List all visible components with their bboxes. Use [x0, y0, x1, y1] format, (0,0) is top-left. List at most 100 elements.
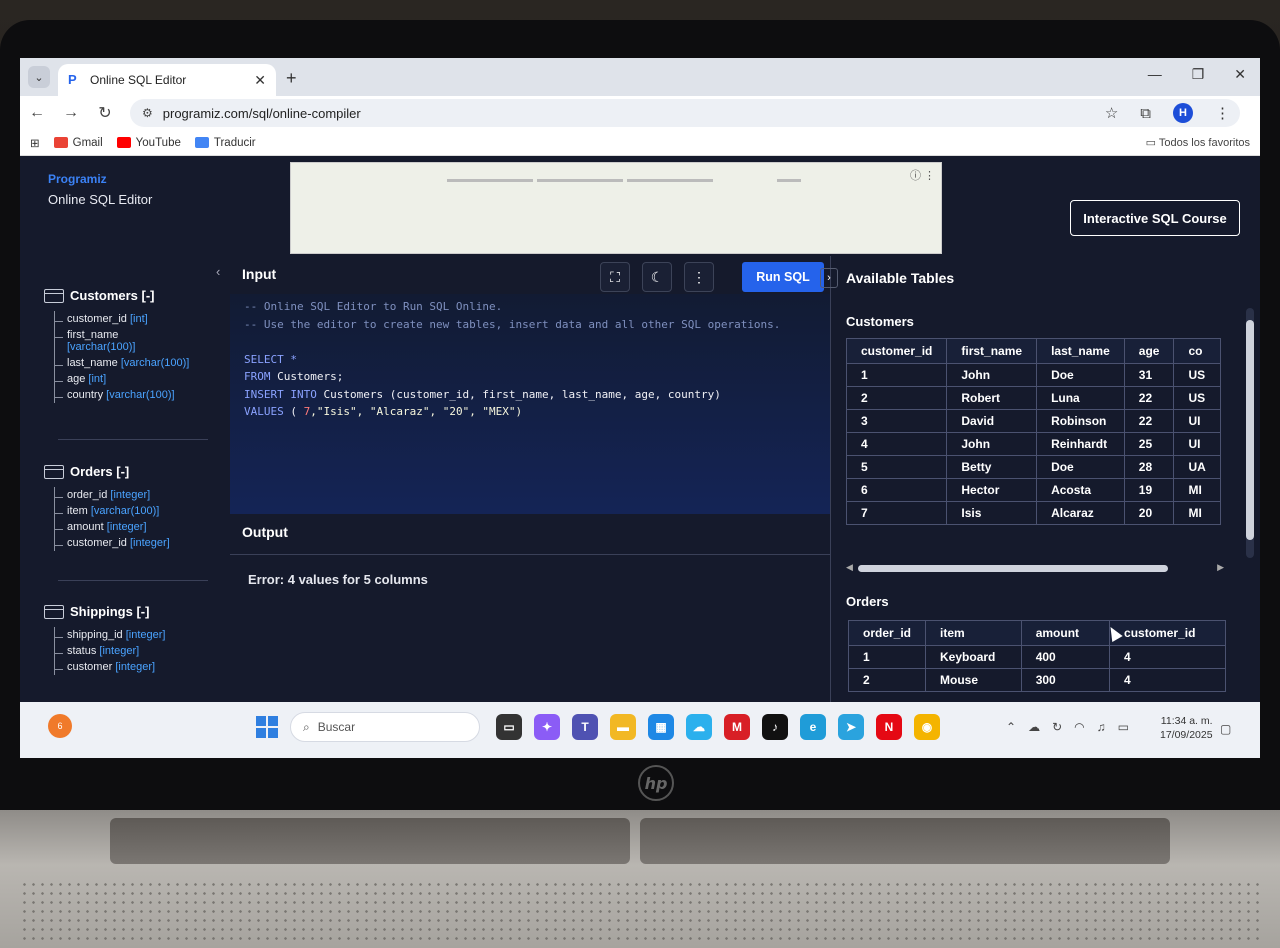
column-item: customer [integer]: [55, 659, 165, 675]
available-tables-panel: Customers customer_id first_name last_na…: [832, 302, 1260, 702]
ad-placeholder-bar: [447, 179, 533, 182]
theme-toggle-icon[interactable]: ☾: [642, 262, 672, 292]
horizontal-scrollbar[interactable]: ◀ ▶: [846, 562, 1224, 574]
teams-icon[interactable]: T: [572, 714, 598, 740]
programiz-favicon-icon: P: [68, 72, 77, 87]
run-sql-button[interactable]: Run SQL: [742, 262, 824, 292]
collapse-sidebar-icon[interactable]: ‹: [216, 264, 220, 279]
scrollbar-thumb[interactable]: [858, 565, 1168, 572]
sql-editor[interactable]: -- Online SQL Editor to Run SQL Online. …: [230, 294, 830, 514]
show-hidden-icons-icon[interactable]: ⌃: [1006, 720, 1016, 734]
edge-icon[interactable]: e: [800, 714, 826, 740]
folder-icon: ▭: [1145, 137, 1157, 149]
extensions-icon[interactable]: ⧉: [1140, 105, 1151, 122]
profile-avatar[interactable]: H: [1173, 103, 1193, 123]
scroll-right-icon[interactable]: ▶: [1217, 562, 1224, 573]
forward-icon[interactable]: →: [54, 104, 88, 122]
toggle-available-tables-icon[interactable]: ›: [820, 268, 838, 288]
ad-info-icon[interactable]: ⓘ ⋮: [910, 167, 935, 183]
panel-divider[interactable]: [830, 256, 831, 702]
url-text: programiz.com/sql/online-compiler: [162, 105, 361, 121]
minimize-icon[interactable]: —: [1148, 66, 1162, 83]
taskbar-search[interactable]: ⌕ Buscar: [290, 712, 480, 742]
scroll-left-icon[interactable]: ◀: [846, 562, 853, 573]
copilot-icon[interactable]: ✦: [534, 714, 560, 740]
windows-start-icon[interactable]: [256, 716, 278, 738]
new-tab-button[interactable]: +: [286, 68, 297, 89]
bookmark-youtube[interactable]: YouTube: [116, 137, 181, 149]
column-item: item [varchar(100)]: [55, 503, 170, 519]
notifications-icon[interactable]: ▢: [1220, 722, 1231, 736]
table-orders-header[interactable]: Orders [-]: [44, 464, 170, 479]
ad-banner[interactable]: ⓘ ⋮: [290, 162, 942, 254]
system-clock[interactable]: 11:34 a. m. 17/09/2025: [1160, 714, 1213, 742]
search-placeholder: Buscar: [317, 720, 356, 734]
tiktok-icon[interactable]: ♪: [762, 714, 788, 740]
code-line: INSERT INTO Customers (customer_id, firs…: [244, 387, 721, 401]
bookmark-traducir[interactable]: Traducir: [194, 137, 256, 149]
available-tables-title: Available Tables: [846, 270, 955, 286]
interactive-sql-course-button[interactable]: Interactive SQL Course: [1070, 200, 1240, 236]
battery-icon[interactable]: ▭: [1118, 720, 1129, 734]
table-row: 5 Betty Doe 28 UA: [845, 455, 1221, 479]
window-close-icon[interactable]: ✕: [1234, 66, 1246, 83]
column-item: country [varchar(100)]: [55, 387, 189, 403]
fullscreen-icon[interactable]: ⛶: [600, 262, 630, 292]
column-item: order_id [integer]: [55, 487, 170, 503]
table-header-row: order_id item amount customer_id: [847, 620, 1227, 646]
sync-icon[interactable]: ↻: [1052, 720, 1062, 734]
task-view-icon[interactable]: ▭: [496, 714, 522, 740]
mcafee-icon[interactable]: M: [724, 714, 750, 740]
table-row: 6 Hector Acosta 19 MI: [845, 478, 1221, 502]
back-icon[interactable]: ←: [20, 104, 54, 122]
table-shippings-header[interactable]: Shippings [-]: [44, 604, 165, 619]
apps-grid-icon[interactable]: ⊞: [30, 136, 40, 150]
output-divider: [230, 554, 830, 555]
more-options-icon[interactable]: ⋮: [684, 262, 714, 292]
code-comment: -- Online SQL Editor to Run SQL Online.: [244, 300, 503, 313]
table-icon: [44, 288, 64, 303]
orders-table-title: Orders: [846, 594, 889, 609]
browser-tab[interactable]: P Online SQL Editor ✕: [58, 64, 276, 96]
netflix-icon[interactable]: N: [876, 714, 902, 740]
tab-close-icon[interactable]: ✕: [254, 72, 266, 89]
site-info-icon[interactable]: ⚙: [142, 106, 153, 120]
all-bookmarks[interactable]: ▭ Todos los favoritos: [1146, 136, 1250, 149]
column-item: customer_id [integer]: [55, 535, 170, 551]
bookmark-gmail[interactable]: Gmail: [53, 137, 103, 149]
table-row: 3 David Robinson 22 UI: [845, 409, 1221, 433]
browser-menu-icon[interactable]: ⋮: [1215, 104, 1230, 122]
telegram-icon[interactable]: ➤: [838, 714, 864, 740]
column-item: last_name [varchar(100)]: [55, 355, 189, 371]
code-line: FROM Customers;: [244, 370, 344, 383]
address-bar[interactable]: ⚙ programiz.com/sql/online-compiler ☆ ⧉ …: [130, 99, 1240, 127]
volume-icon[interactable]: ♫: [1097, 720, 1106, 734]
programiz-logo[interactable]: Programiz: [48, 172, 152, 186]
table-row: 7 Isis Alcaraz 20 MI: [845, 501, 1221, 525]
youtube-icon: [116, 137, 131, 148]
output-label: Output: [242, 524, 288, 540]
maximize-icon[interactable]: ❐: [1192, 66, 1205, 83]
weather-widget-icon[interactable]: 6: [48, 714, 72, 738]
orders-table: order_id item amount customer_id 1 Keyboa…: [847, 620, 1227, 692]
store-icon[interactable]: ▦: [648, 714, 674, 740]
tab-search-button[interactable]: ⌄: [28, 66, 50, 88]
tab-bar: ⌄ P Online SQL Editor ✕ + — ❐ ✕: [20, 58, 1260, 96]
app-name: Online SQL Editor: [48, 192, 153, 207]
column-item: customer_id [int]: [55, 311, 189, 327]
onedrive-icon[interactable]: ☁: [1028, 720, 1040, 734]
search-icon: ⌕: [303, 719, 310, 734]
bookmark-star-icon[interactable]: ☆: [1105, 104, 1118, 122]
scrollbar-thumb[interactable]: [1246, 320, 1254, 540]
column-header: co: [1173, 338, 1221, 364]
hinge-right: [640, 818, 1170, 864]
reload-icon[interactable]: ↻: [88, 103, 122, 123]
vertical-scrollbar[interactable]: [1246, 308, 1254, 558]
column-header: customer_id: [1109, 620, 1227, 646]
file-explorer-icon[interactable]: ▬: [610, 714, 636, 740]
wifi-icon[interactable]: ◠: [1074, 720, 1084, 734]
table-customers-header[interactable]: Customers [-]: [44, 288, 189, 303]
chrome-icon[interactable]: ◉: [914, 714, 940, 740]
weather-app-icon[interactable]: ☁: [686, 714, 712, 740]
code-line: SELECT *: [244, 352, 297, 366]
